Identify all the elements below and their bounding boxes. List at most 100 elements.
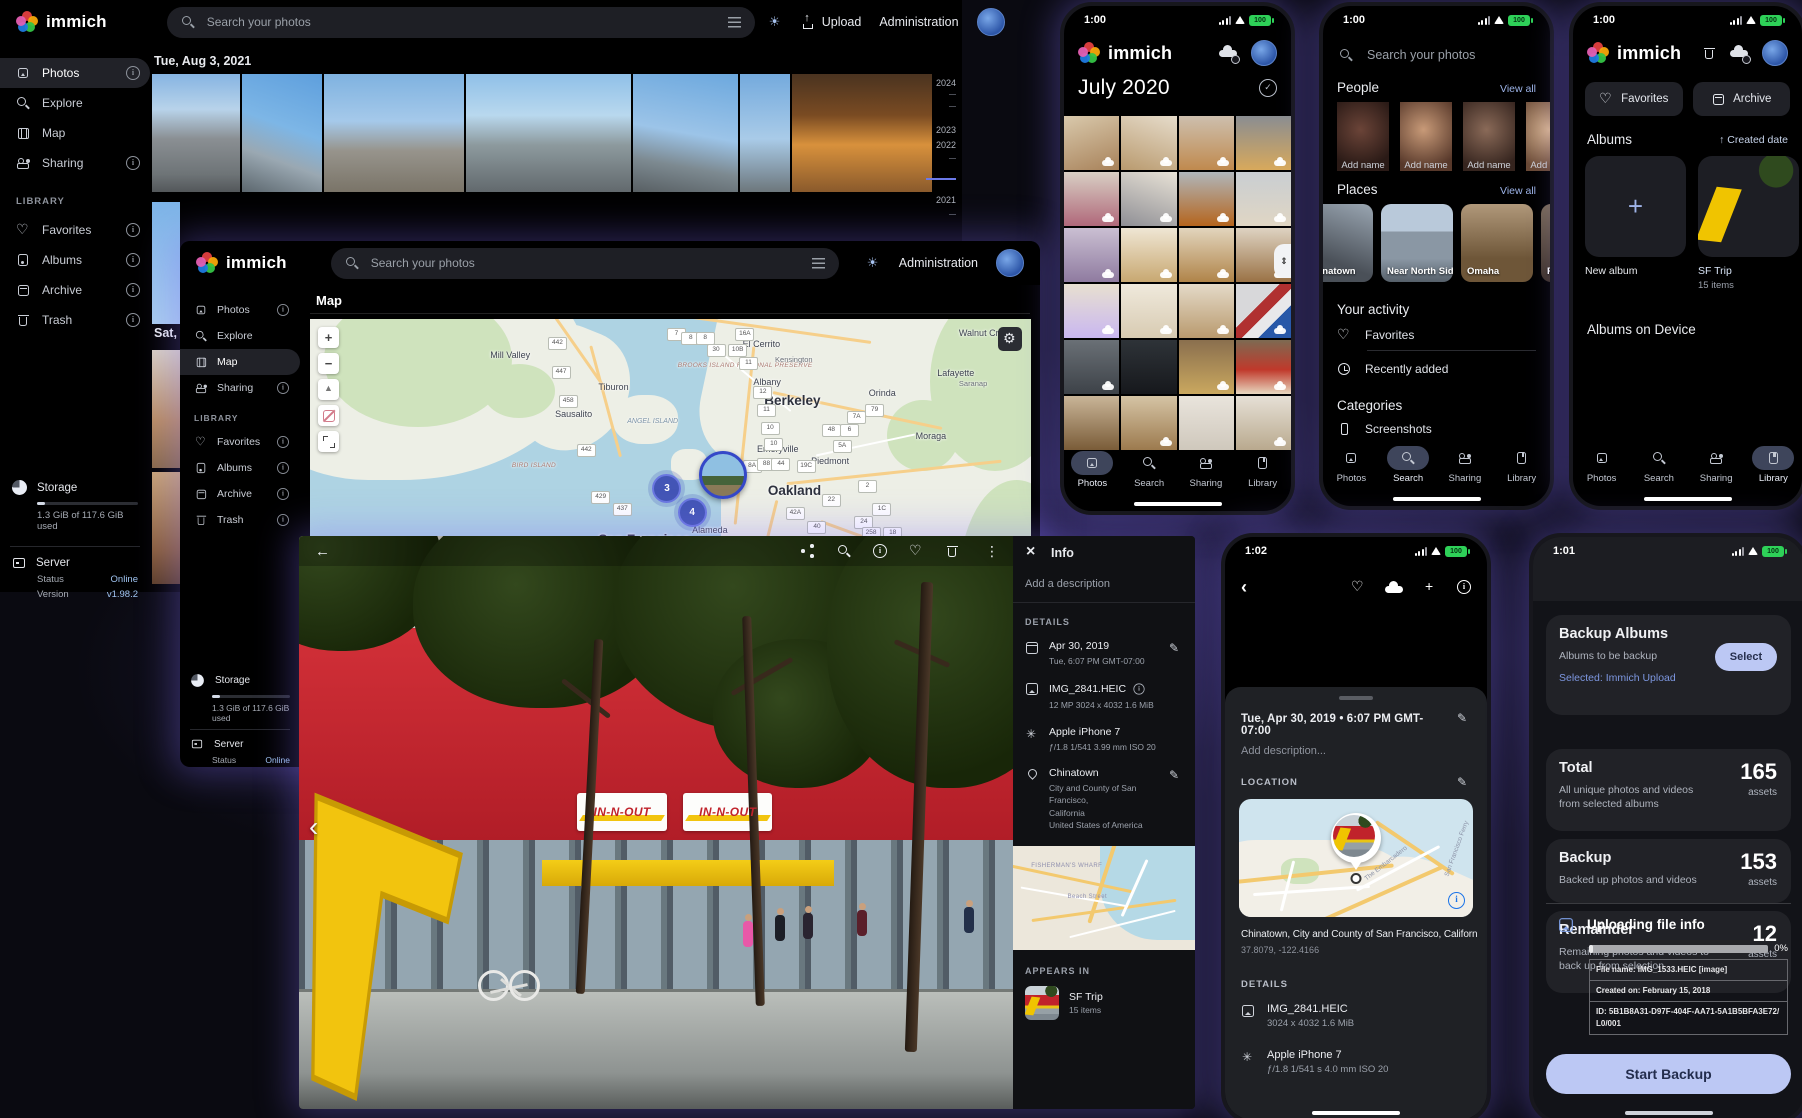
info-icon[interactable] (126, 156, 140, 170)
back-icon[interactable]: ← (315, 543, 330, 560)
screenshots-row[interactable]: Screenshots (1337, 422, 1536, 436)
place-card[interactable]: Omaha (1461, 204, 1533, 282)
nav-tab-sharing[interactable]: Sharing (1688, 446, 1745, 492)
sidebar-item-map[interactable]: Map (180, 349, 300, 375)
back-chevron-icon[interactable]: ‹ (1241, 577, 1247, 598)
scrubber-year[interactable]: 2024 (936, 78, 956, 88)
photo-thumbnail[interactable] (242, 74, 322, 192)
zoom-out-button[interactable]: − (318, 353, 339, 374)
favorites-row[interactable]: Favorites (1337, 328, 1536, 342)
administration-link[interactable]: Administration (879, 15, 958, 29)
info-icon[interactable] (873, 544, 887, 558)
nav-tab-search[interactable]: Search (1121, 451, 1178, 497)
new-album-card[interactable]: + New album (1585, 156, 1686, 291)
location-map[interactable]: The Embarcadero San Francisco Ferry i (1239, 799, 1473, 917)
photo-tile[interactable] (1064, 116, 1119, 170)
delete-icon[interactable] (945, 544, 959, 558)
photo-thumbnail[interactable] (792, 74, 932, 192)
edit-date-icon[interactable] (1457, 711, 1471, 725)
user-avatar[interactable] (1251, 40, 1277, 66)
photo-tile[interactable] (1121, 228, 1176, 282)
photo-tile[interactable] (1179, 340, 1234, 394)
user-avatar[interactable] (1762, 40, 1788, 66)
search-filter-icon[interactable] (812, 258, 825, 269)
info-icon[interactable] (277, 304, 289, 316)
sheet-drag-handle[interactable] (1339, 696, 1373, 700)
photo-tile[interactable] (1064, 172, 1119, 226)
photo-tile[interactable] (1121, 396, 1176, 450)
photo-tile[interactable] (1236, 116, 1291, 170)
photo-cluster-marker[interactable]: 3 (652, 474, 681, 503)
photo-thumbnail[interactable] (152, 74, 240, 192)
nav-tab-sharing[interactable]: Sharing (1178, 451, 1235, 497)
person-item[interactable]: Add name (1337, 102, 1389, 171)
info-icon[interactable] (126, 283, 140, 297)
map-settings-button[interactable] (998, 327, 1022, 351)
photo-tile[interactable] (1121, 340, 1176, 394)
nav-tab-photos[interactable]: Photos (1323, 446, 1380, 492)
scrubber-year[interactable]: 2021 (936, 195, 956, 205)
sort-button[interactable]: ↑ Created date (1719, 134, 1788, 146)
sidebar-item-favorites[interactable]: Favorites (0, 215, 150, 245)
add-name-label[interactable]: Add name (1337, 160, 1389, 171)
zoom-icon[interactable] (837, 544, 851, 558)
select-albums-button[interactable]: Select (1715, 643, 1777, 671)
close-icon[interactable] (1025, 546, 1039, 560)
photo-thumbnail[interactable] (740, 74, 790, 192)
photo-display[interactable]: IN-N-OUT IN-N-OUT ‹ (299, 536, 1013, 1109)
info-icon[interactable] (126, 223, 140, 237)
sidebar-item-archive[interactable]: Archive (0, 275, 150, 305)
info-icon[interactable] (277, 514, 289, 526)
photo-tile[interactable] (1236, 284, 1291, 338)
info-icon[interactable] (1457, 580, 1471, 594)
scroll-handle[interactable]: ⇕ (1274, 244, 1294, 278)
user-avatar[interactable] (977, 8, 1005, 36)
sidebar-item-archive[interactable]: Archive (180, 481, 300, 507)
add-name-label[interactable]: Add name (1526, 160, 1550, 171)
backup-cloud-icon[interactable] (1730, 45, 1748, 57)
upload-button[interactable]: Upload (801, 15, 862, 29)
backup-cloud-icon[interactable] (1219, 45, 1237, 57)
scrubber-year[interactable]: 2022 (936, 140, 956, 150)
theme-toggle-icon[interactable] (769, 15, 783, 29)
photo-tile[interactable] (1236, 172, 1291, 226)
photo-tile[interactable] (1064, 396, 1119, 450)
sidebar-item-trash[interactable]: Trash (0, 305, 150, 335)
photo-tile[interactable] (1236, 396, 1291, 450)
favorite-icon[interactable] (909, 544, 923, 558)
search-input[interactable]: Search your photos (1323, 38, 1550, 72)
sidebar-item-sharing[interactable]: Sharing (0, 148, 150, 178)
photo-tile[interactable] (1179, 228, 1234, 282)
photo-tile[interactable] (1179, 172, 1234, 226)
favorite-icon[interactable] (1351, 580, 1365, 594)
add-icon[interactable] (1423, 580, 1437, 594)
theme-toggle-icon[interactable] (867, 256, 881, 270)
sidebar-item-map[interactable]: Map (0, 118, 150, 148)
immich-logo[interactable]: immich (16, 11, 107, 33)
view-all-link[interactable]: View all (1500, 83, 1536, 95)
trash-icon[interactable] (1702, 46, 1716, 60)
sidebar-item-trash[interactable]: Trash (180, 507, 300, 533)
toggle-photos-button[interactable] (318, 405, 339, 426)
add-name-label[interactable]: Add name (1400, 160, 1452, 171)
photo-tile[interactable] (1179, 396, 1234, 450)
info-icon[interactable] (126, 253, 140, 267)
add-name-label[interactable]: Add name (1463, 160, 1515, 171)
nav-tab-search[interactable]: Search (1380, 446, 1437, 492)
archive-button[interactable]: Archive (1693, 82, 1791, 116)
info-icon[interactable] (126, 66, 140, 80)
start-backup-button[interactable]: Start Backup (1546, 1054, 1791, 1094)
scrubber-handle[interactable] (926, 178, 956, 180)
location-minimap[interactable]: FISHERMAN'S WHARFBeach Street (1013, 846, 1195, 950)
photo-tile[interactable] (1064, 228, 1119, 282)
photo-tile[interactable] (1179, 284, 1234, 338)
nav-tab-search[interactable]: Search (1630, 446, 1687, 492)
sidebar-item-photos[interactable]: Photos (180, 297, 300, 323)
sidebar-item-albums[interactable]: Albums (0, 245, 150, 275)
info-icon[interactable] (277, 462, 289, 474)
fullscreen-button[interactable] (318, 431, 339, 452)
photo-thumbnail[interactable] (152, 472, 180, 584)
nav-tab-library[interactable]: Library (1493, 446, 1550, 492)
search-input[interactable]: Search your photos (331, 248, 839, 279)
photo-tile[interactable] (1236, 340, 1291, 394)
